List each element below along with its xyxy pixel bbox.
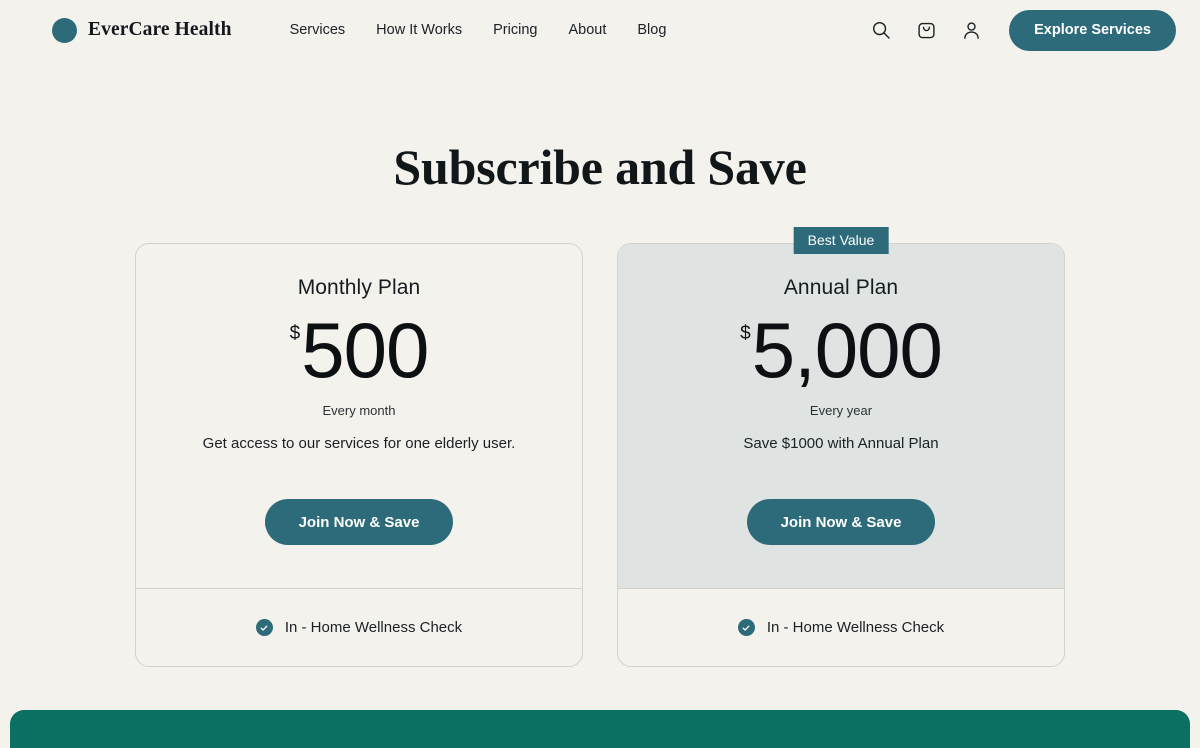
best-value-badge: Best Value <box>793 227 889 254</box>
plan-price: $ 500 <box>289 306 430 394</box>
account-icon[interactable] <box>959 18 983 42</box>
join-now-button-annual[interactable]: Join Now & Save <box>746 499 936 545</box>
plan-billing-period: Every year <box>809 403 873 419</box>
pricing-plans: Monthly Plan $ 500 Every month Get acces… <box>0 227 1200 667</box>
primary-navigation: Services How It Works Pricing About Blog <box>290 22 667 38</box>
nav-item-pricing[interactable]: Pricing <box>493 22 537 38</box>
join-now-button-monthly[interactable]: Join Now & Save <box>264 499 454 545</box>
price-currency-symbol: $ <box>740 323 751 344</box>
price-amount: 5,000 <box>751 306 943 394</box>
header-actions: Explore Services <box>869 9 1176 51</box>
plan-name: Monthly Plan <box>297 276 421 299</box>
plan-feature-list: In - Home Wellness Check <box>136 588 582 666</box>
price-amount: 500 <box>301 306 429 394</box>
plan-body: Monthly Plan $ 500 Every month Get acces… <box>136 244 582 588</box>
shopping-bag-icon[interactable] <box>914 18 938 42</box>
plan-price: $ 5,000 <box>740 306 943 394</box>
plan-card-annual[interactable]: Best Value Annual Plan $ 5,000 Every yea… <box>617 227 1065 667</box>
nav-item-how-it-works[interactable]: How It Works <box>376 22 462 38</box>
explore-services-button[interactable]: Explore Services <box>1009 9 1176 51</box>
price-currency-symbol: $ <box>289 323 301 344</box>
footer-band <box>10 710 1190 748</box>
search-icon[interactable] <box>869 18 893 42</box>
plan-name: Annual Plan <box>783 276 899 299</box>
list-item: In - Home Wellness Check <box>618 619 1064 636</box>
plan-billing-period: Every month <box>322 403 396 419</box>
plan-body: Annual Plan $ 5,000 Every year Save $100… <box>618 244 1064 588</box>
main-content: Subscribe and Save Monthly Plan $ 500 Ev… <box>0 138 1200 667</box>
feature-label: In - Home Wellness Check <box>284 619 463 636</box>
list-item: In - Home Wellness Check <box>136 619 582 636</box>
plan-description: Get access to our services for one elder… <box>202 435 516 453</box>
brand-name: EverCare Health <box>88 19 232 40</box>
check-circle-icon <box>737 619 755 636</box>
brand-mark-icon <box>52 17 77 43</box>
nav-item-services[interactable]: Services <box>290 22 346 38</box>
plan-feature-list: In - Home Wellness Check <box>618 588 1064 666</box>
plan-card-monthly[interactable]: Monthly Plan $ 500 Every month Get acces… <box>135 243 583 667</box>
plan-description: Save $1000 with Annual Plan <box>743 435 939 453</box>
feature-label: In - Home Wellness Check <box>766 619 945 636</box>
page-title: Subscribe and Save <box>393 139 807 195</box>
check-circle-icon <box>255 619 273 636</box>
nav-item-blog[interactable]: Blog <box>637 22 666 38</box>
site-header: EverCare Health Services How It Works Pr… <box>0 0 1200 60</box>
nav-item-about[interactable]: About <box>568 22 606 38</box>
brand-logo[interactable]: EverCare Health <box>52 17 232 43</box>
